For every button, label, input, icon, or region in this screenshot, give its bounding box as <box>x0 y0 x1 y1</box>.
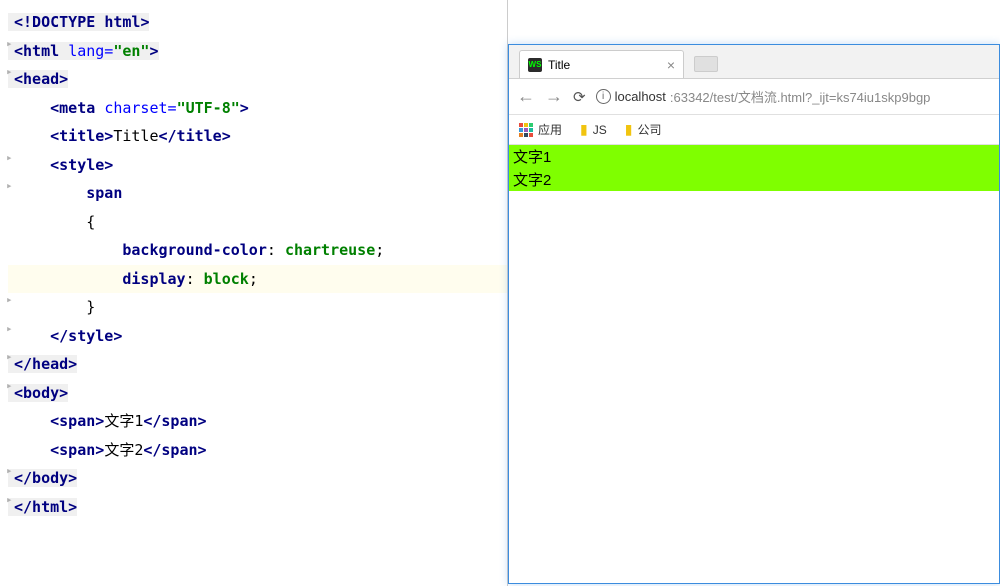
rendered-span: 文字2 <box>509 168 999 191</box>
tab-title: Title <box>548 58 570 72</box>
bookmark-folder[interactable]: ▮ 公司 <box>625 121 662 138</box>
page-viewport: 文字1 文字2 <box>509 145 999 191</box>
code-line: </style> <box>8 327 122 345</box>
reload-button-icon[interactable]: ⟳ <box>573 88 586 106</box>
code-editor-pane: <!DOCTYPE html> ▸<html lang="en"> ▸<head… <box>0 0 508 586</box>
fold-marker-icon[interactable]: ▸ <box>6 179 13 192</box>
code-line: </html> <box>8 498 77 516</box>
code-line: </body> <box>8 469 77 487</box>
code-line: display: block; <box>8 270 258 288</box>
code-line: <body> <box>8 384 68 402</box>
code-line: <span>文字1</span> <box>8 412 207 430</box>
rendered-span: 文字1 <box>509 145 999 168</box>
bookmark-label: JS <box>593 123 607 137</box>
code-line: { <box>8 213 95 231</box>
new-tab-button[interactable] <box>694 56 718 72</box>
fold-marker-icon[interactable]: ▸ <box>6 151 13 164</box>
folder-icon: ▮ <box>625 121 633 138</box>
code-line: } <box>8 298 95 316</box>
code-line: <html lang="en"> <box>8 42 159 60</box>
close-icon[interactable]: × <box>667 57 675 73</box>
fold-marker-icon[interactable]: ▸ <box>6 350 13 363</box>
url-path: :63342/test/文档流.html?_ijt=ks74iu1skp9bgp <box>670 87 931 106</box>
fold-marker-icon[interactable]: ▸ <box>6 379 13 392</box>
code-line: <title>Title</title> <box>8 127 231 145</box>
fold-marker-icon[interactable]: ▸ <box>6 493 13 506</box>
code-line: <!DOCTYPE html> <box>8 13 149 31</box>
code-line: span <box>8 184 122 202</box>
bookmark-folder[interactable]: ▮ JS <box>580 121 607 138</box>
browser-tab[interactable]: WS Title × <box>519 50 684 78</box>
fold-marker-icon[interactable]: ▸ <box>6 322 13 335</box>
address-bar[interactable]: i localhost :63342/test/文档流.html?_ijt=ks7… <box>596 87 991 106</box>
bookmarks-bar: 应用 ▮ JS ▮ 公司 <box>509 115 999 145</box>
code-line: </head> <box>8 355 77 373</box>
fold-marker-icon[interactable]: ▸ <box>6 293 13 306</box>
fold-marker-icon[interactable]: ▸ <box>6 65 13 78</box>
code-line: <span>文字2</span> <box>8 441 207 459</box>
code-line: <head> <box>8 70 68 88</box>
apps-button[interactable]: 应用 <box>519 121 562 138</box>
browser-nav-bar: ← → ⟳ i localhost :63342/test/文档流.html?_i… <box>509 79 999 115</box>
folder-icon: ▮ <box>580 121 588 138</box>
browser-window: WS Title × ← → ⟳ i localhost :63342/test/… <box>508 44 1000 584</box>
fold-marker-icon[interactable]: ▸ <box>6 464 13 477</box>
site-info-icon[interactable]: i <box>596 89 611 104</box>
apps-label: 应用 <box>538 121 562 138</box>
code-line: <style> <box>8 156 113 174</box>
back-button-icon[interactable]: ← <box>517 86 535 107</box>
forward-button-icon[interactable]: → <box>545 86 563 107</box>
bookmark-label: 公司 <box>637 121 661 138</box>
webstorm-favicon-icon: WS <box>528 58 542 72</box>
code-line: <meta charset="UTF-8"> <box>8 99 249 117</box>
browser-tab-strip: WS Title × <box>509 45 999 79</box>
fold-marker-icon[interactable]: ▸ <box>6 37 13 50</box>
url-host: localhost <box>615 89 666 104</box>
apps-grid-icon <box>519 123 533 137</box>
code-line: background-color: chartreuse; <box>8 241 384 259</box>
